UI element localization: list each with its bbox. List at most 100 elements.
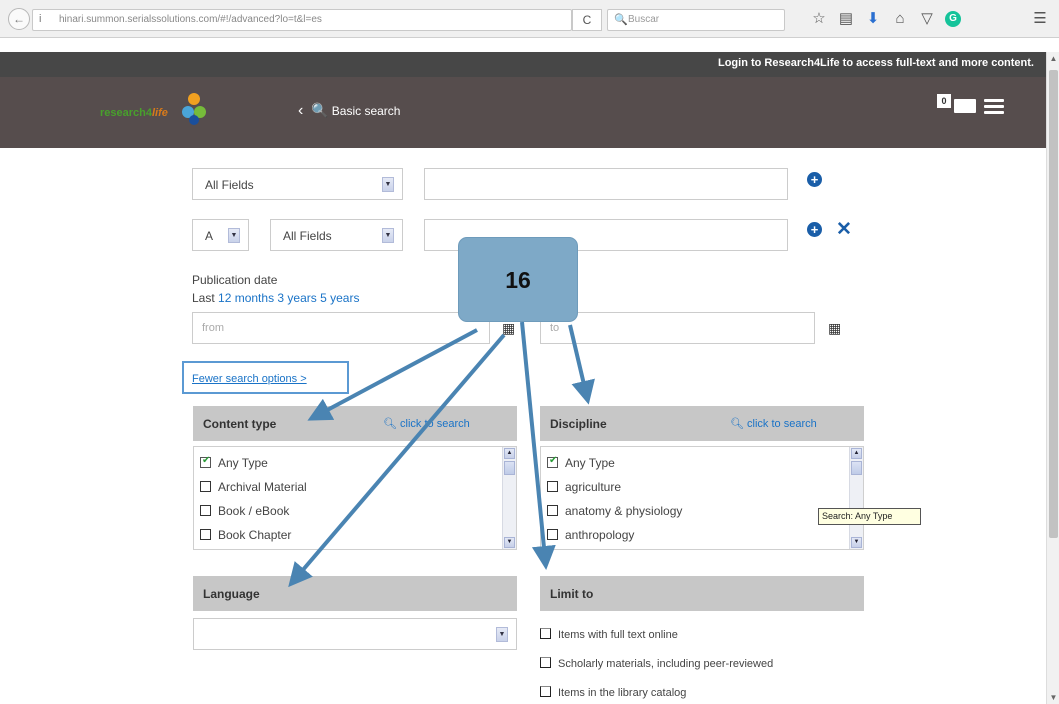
list-item[interactable]: Any Type [547,455,615,470]
list-item[interactable]: Archival Material [200,480,307,494]
checkbox[interactable] [540,686,551,697]
content-type-title: Content type [203,417,277,431]
publication-date-label: Publication date [192,273,278,287]
search-term-input-1[interactable] [424,168,788,200]
remove-row-icon[interactable]: ✕ [836,220,852,239]
tooltip: Search: Any Type [818,508,921,525]
calendar-icon[interactable]: ▦ [828,320,841,337]
url-text[interactable]: hinari.summon.serialssolutions.com/#!/ad… [59,14,322,25]
login-banner: Login to Research4Life to access full-te… [0,52,1046,77]
list-item[interactable]: agriculture [547,480,621,494]
add-row-icon[interactable]: + [807,222,822,237]
add-row-icon[interactable]: + [807,172,822,187]
callout-number: 16 [505,267,531,293]
basic-search-link[interactable]: ‹ 🔍 Basic search [298,102,400,120]
checkbox[interactable] [540,628,551,639]
clipboard-icon[interactable]: ▤ [837,10,855,28]
chevron-down-icon[interactable]: ▼ [496,627,508,642]
browser-menu-icon[interactable]: ☰ [1031,10,1049,28]
scroll-up-icon[interactable]: ▲ [504,448,515,459]
link-3-years[interactable]: 3 years [277,291,316,305]
fewer-search-options-label: Fewer search options > [192,373,307,385]
limit-to-header: Limit to [540,576,864,611]
content-type-click-to-search[interactable]: 🔍︎ click to search [383,417,470,430]
scroll-up-icon[interactable]: ▲ [851,448,862,459]
discipline-title: Discipline [550,417,607,431]
fewer-search-options-button[interactable]: Fewer search options > [182,361,349,394]
checkbox[interactable] [200,455,211,468]
folder-icon[interactable] [954,99,976,113]
info-icon[interactable]: i [39,13,41,25]
checkbox[interactable] [547,455,558,468]
pocket-icon[interactable]: ▽ [918,10,936,28]
home-icon[interactable]: ⌂ [891,10,909,28]
publication-date-presets: Last 12 months 3 years 5 years [192,291,359,305]
scroll-down-icon[interactable]: ▼ [1047,691,1059,704]
checkbox[interactable] [547,505,558,516]
chevron-down-icon[interactable]: ▼ [382,228,394,243]
checkbox[interactable] [200,481,211,492]
field-select-2[interactable]: All Fields ▼ [270,219,403,251]
search-icon: 🔍 [614,14,628,26]
scrollbar-thumb[interactable] [504,461,515,475]
reload-icon[interactable]: C [572,9,602,31]
browser-toolbar: ← i hinari.summon.serialssolutions.com/#… [0,0,1059,38]
link-12-months[interactable]: 12 months [218,291,274,305]
link-5-years[interactable]: 5 years [320,291,359,305]
folder-count-badge: 0 [937,94,951,108]
star-icon[interactable]: ☆ [810,10,828,28]
browser-search-placeholder: Buscar [628,14,660,25]
checkbox[interactable] [540,657,551,668]
scrollbar-thumb[interactable] [1049,70,1058,538]
list-item[interactable]: Book / eBook [200,504,289,518]
url-bar[interactable]: i hinari.summon.serialssolutions.com/#!/… [32,9,572,31]
calendar-icon[interactable]: ▦ [502,320,515,337]
discipline-click-to-search[interactable]: 🔍︎ click to search [730,417,817,430]
limit-to-title: Limit to [550,587,594,601]
date-from-placeholder: from [202,322,224,334]
date-to-placeholder: to [550,322,560,334]
scroll-down-icon[interactable]: ▼ [851,537,862,548]
list-item[interactable]: anthropology [547,528,634,542]
limit-option[interactable]: Items with full text online [540,628,678,641]
list-scrollbar[interactable]: ▲ ▼ [849,447,863,549]
page-scrollbar[interactable]: ▲ ▼ [1046,52,1059,704]
field-select-1[interactable]: All Fields ▼ [192,168,403,200]
list-item[interactable]: anatomy & physiology [547,504,682,518]
checkbox[interactable] [547,481,558,492]
login-message[interactable]: Login to Research4Life to access full-te… [718,57,1034,69]
checkbox[interactable] [200,505,211,516]
chevron-down-icon[interactable]: ▼ [228,228,240,243]
language-title: Language [203,587,260,601]
chevron-down-icon[interactable]: ▼ [382,177,394,192]
checkbox[interactable] [547,529,558,540]
globe-icon [182,93,206,125]
discipline-list[interactable]: Any Type agriculture anatomy & physiolog… [540,446,864,550]
list-item[interactable]: Any Type [200,455,268,470]
scroll-up-icon[interactable]: ▲ [1047,52,1059,65]
scrollbar-thumb[interactable] [851,461,862,475]
list-scrollbar[interactable]: ▲ ▼ [502,447,516,549]
back-arrow-icon[interactable]: ← [8,8,30,30]
hamburger-menu-icon[interactable] [984,99,1004,115]
field-select-value: All Fields [205,178,254,192]
language-select[interactable]: ▼ [193,618,517,650]
operator-select[interactable]: A ▼ [192,219,249,251]
checkbox[interactable] [200,529,211,540]
list-item[interactable]: Book Chapter [200,528,291,542]
basic-search-label: Basic search [331,104,401,118]
limit-option[interactable]: Items in the library catalog [540,686,686,699]
logo-text: research4life [100,107,168,119]
content-type-list[interactable]: Any Type Archival Material Book / eBook … [193,446,517,550]
download-icon[interactable]: ⬇ [864,10,882,28]
research4life-logo[interactable]: research4life [100,89,210,131]
field-select-value: All Fields [283,229,332,243]
limit-option[interactable]: Scholarly materials, including peer-revi… [540,657,773,670]
grammarly-icon[interactable]: G [945,11,961,27]
scroll-down-icon[interactable]: ▼ [504,537,515,548]
date-from-input[interactable]: from [192,312,490,344]
last-label: Last [192,291,215,305]
date-to-input[interactable]: to [540,312,815,344]
callout-badge: 16 [458,237,578,322]
browser-search-input[interactable]: 🔍 Buscar [607,9,785,31]
